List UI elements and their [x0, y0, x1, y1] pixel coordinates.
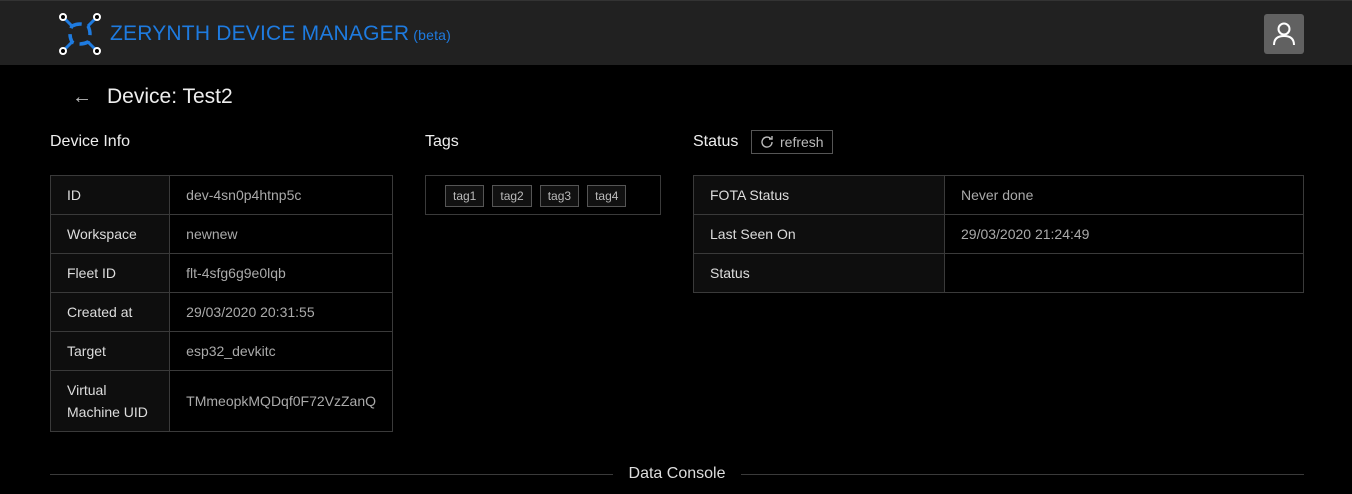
row-value: newnew [169, 214, 393, 254]
table-row: Created at 29/03/2020 20:31:55 [49, 292, 393, 332]
divider-line [741, 473, 1305, 475]
status-table: FOTA Status Never done Last Seen On 29/03/… [693, 175, 1304, 293]
table-row: Last Seen On 29/03/2020 21:24:49 [693, 214, 1304, 254]
tag-chip[interactable]: tag1 [445, 185, 485, 207]
divider-line [50, 473, 613, 475]
table-row: ID dev-4sn0p4htnp5c [49, 175, 393, 215]
row-label: Virtual Machine UID [49, 370, 171, 432]
row-value: flt-4sfg6g9e0lqb [169, 253, 393, 293]
refresh-icon [761, 136, 773, 148]
table-row: Workspace newnew [49, 214, 393, 254]
table-row: Virtual Machine UID TMmeopkMQDqf0F72VzZan… [49, 370, 393, 432]
refresh-label: refresh [780, 134, 824, 150]
zerynth-logo-icon [59, 13, 101, 55]
table-row: Target esp32_devkitc [49, 331, 393, 371]
row-value: dev-4sn0p4htnp5c [169, 175, 393, 215]
top-bar: ZERYNTH DEVICE MANAGER (beta) [0, 0, 1352, 65]
row-label: Target [49, 331, 171, 371]
back-arrow-icon[interactable]: ← [72, 86, 92, 109]
row-label: Status [693, 253, 945, 293]
device-info-heading: Device Info [50, 133, 131, 150]
tag-chip[interactable]: tag4 [587, 185, 627, 207]
row-label: Fleet ID [49, 253, 171, 293]
tags-list: tag1 tag2 tag3 tag4 [425, 175, 661, 215]
row-value: Never done [944, 175, 1304, 215]
row-value: TMmeopkMQDqf0F72VzZanQ [169, 370, 393, 432]
page-title: Device: Test2 [107, 85, 233, 108]
device-info-table: ID dev-4sn0p4htnp5c Workspace newnew Fleet… [49, 175, 393, 432]
row-value [944, 253, 1304, 293]
app-title-text: ZERYNTH DEVICE MANAGER [110, 22, 410, 45]
table-row: FOTA Status Never done [693, 175, 1304, 215]
row-value: esp32_devkitc [169, 331, 393, 371]
tag-chip[interactable]: tag3 [539, 185, 580, 207]
tags-heading: Tags [425, 133, 459, 150]
table-row: Fleet ID flt-4sfg6g9e0lqb [49, 253, 393, 293]
row-label: ID [49, 175, 171, 215]
data-console-label: Data Console [628, 465, 726, 482]
row-label: Last Seen On [693, 214, 945, 254]
data-console-divider: Data Console [50, 465, 1305, 483]
row-label: Workspace [49, 214, 171, 254]
table-row: Status [693, 253, 1304, 293]
status-heading: Status [693, 133, 739, 150]
user-icon [1273, 22, 1295, 46]
row-label: FOTA Status [693, 175, 945, 215]
tag-chip[interactable]: tag2 [492, 185, 532, 207]
row-value: 29/03/2020 20:31:55 [169, 292, 393, 332]
row-value: 29/03/2020 21:24:49 [944, 214, 1304, 254]
row-label: Created at [49, 292, 171, 332]
refresh-button[interactable]: refresh [751, 130, 833, 154]
app-title[interactable]: ZERYNTH DEVICE MANAGER (beta) [110, 22, 451, 46]
user-menu-button[interactable] [1264, 14, 1304, 54]
beta-label: (beta) [413, 27, 452, 43]
